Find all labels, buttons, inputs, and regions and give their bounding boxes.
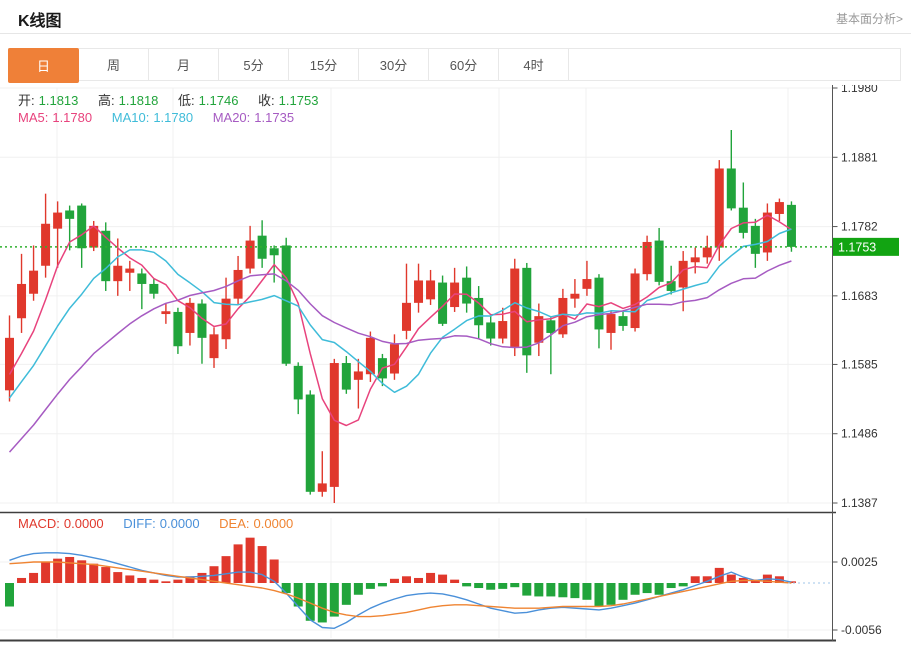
- tab-60min[interactable]: 60分: [429, 49, 499, 80]
- diff-label: DIFF:: [123, 516, 156, 531]
- ma10-value: 1.1780: [153, 110, 193, 125]
- tab-30min[interactable]: 30分: [359, 49, 429, 80]
- ohlc-legend: 开: 1.1813 高: 1.1818 低: 1.1746 收: 1.1753: [18, 90, 322, 109]
- macd-value: 0.0000: [64, 516, 104, 531]
- k-line-chart[interactable]: 1.1980 1.1881 1.1782 1.1683 1.1585 1.1486 1.13…: [0, 85, 911, 645]
- tab-15min[interactable]: 15分: [289, 49, 359, 80]
- svg-text:1.1980: 1.1980: [841, 85, 878, 95]
- close-value: 1.1753: [279, 93, 319, 108]
- ma20-value: 1.1735: [254, 110, 294, 125]
- macd-legend: MACD: 0.0000 DIFF: 0.0000 DEA: 0.0000: [18, 516, 297, 531]
- svg-text:1.1683: 1.1683: [841, 289, 878, 303]
- page-title: K线图: [18, 7, 62, 31]
- svg-text:1.1881: 1.1881: [841, 150, 878, 164]
- open-value: 1.1813: [39, 93, 79, 108]
- ma10-label: MA10:: [112, 110, 150, 125]
- tab-day[interactable]: 日: [8, 48, 79, 83]
- open-label: 开:: [18, 93, 35, 108]
- tab-bar-filler: [569, 49, 900, 80]
- ma5-label: MA5:: [18, 110, 48, 125]
- svg-text:1.1782: 1.1782: [841, 220, 878, 234]
- dea-label: DEA:: [219, 516, 249, 531]
- low-label: 低:: [178, 93, 195, 108]
- tab-week[interactable]: 周: [79, 49, 149, 80]
- ma20-label: MA20:: [213, 110, 251, 125]
- high-label: 高:: [98, 93, 115, 108]
- svg-text:0.0025: 0.0025: [841, 555, 878, 569]
- header-divider: [0, 33, 911, 34]
- tab-5min[interactable]: 5分: [219, 49, 289, 80]
- tab-4hour[interactable]: 4时: [499, 49, 569, 80]
- period-tab-bar: 日 周 月 5分 15分 30分 60分 4时: [8, 48, 901, 81]
- diff-value: 0.0000: [160, 516, 200, 531]
- fundamental-analysis-link[interactable]: 基本面分析>: [836, 10, 903, 27]
- tab-month[interactable]: 月: [149, 49, 219, 80]
- kline-app: K线图 基本面分析> 日 周 月 5分 15分 30分 60分 4时 1.198…: [0, 0, 911, 645]
- svg-text:1.1486: 1.1486: [841, 427, 878, 441]
- low-value: 1.1746: [199, 93, 239, 108]
- svg-text:1.1753: 1.1753: [838, 240, 876, 254]
- high-value: 1.1818: [119, 93, 159, 108]
- macd-label: MACD:: [18, 516, 60, 531]
- svg-text:1.1387: 1.1387: [841, 496, 878, 510]
- ma-legend: MA5:1.1780 MA10:1.1780 MA20:1.1735: [18, 110, 298, 125]
- dea-value: 0.0000: [254, 516, 294, 531]
- ma5-value: 1.1780: [52, 110, 92, 125]
- svg-text:1.1585: 1.1585: [841, 357, 878, 371]
- close-label: 收:: [258, 93, 275, 108]
- svg-text:-0.0056: -0.0056: [841, 623, 882, 637]
